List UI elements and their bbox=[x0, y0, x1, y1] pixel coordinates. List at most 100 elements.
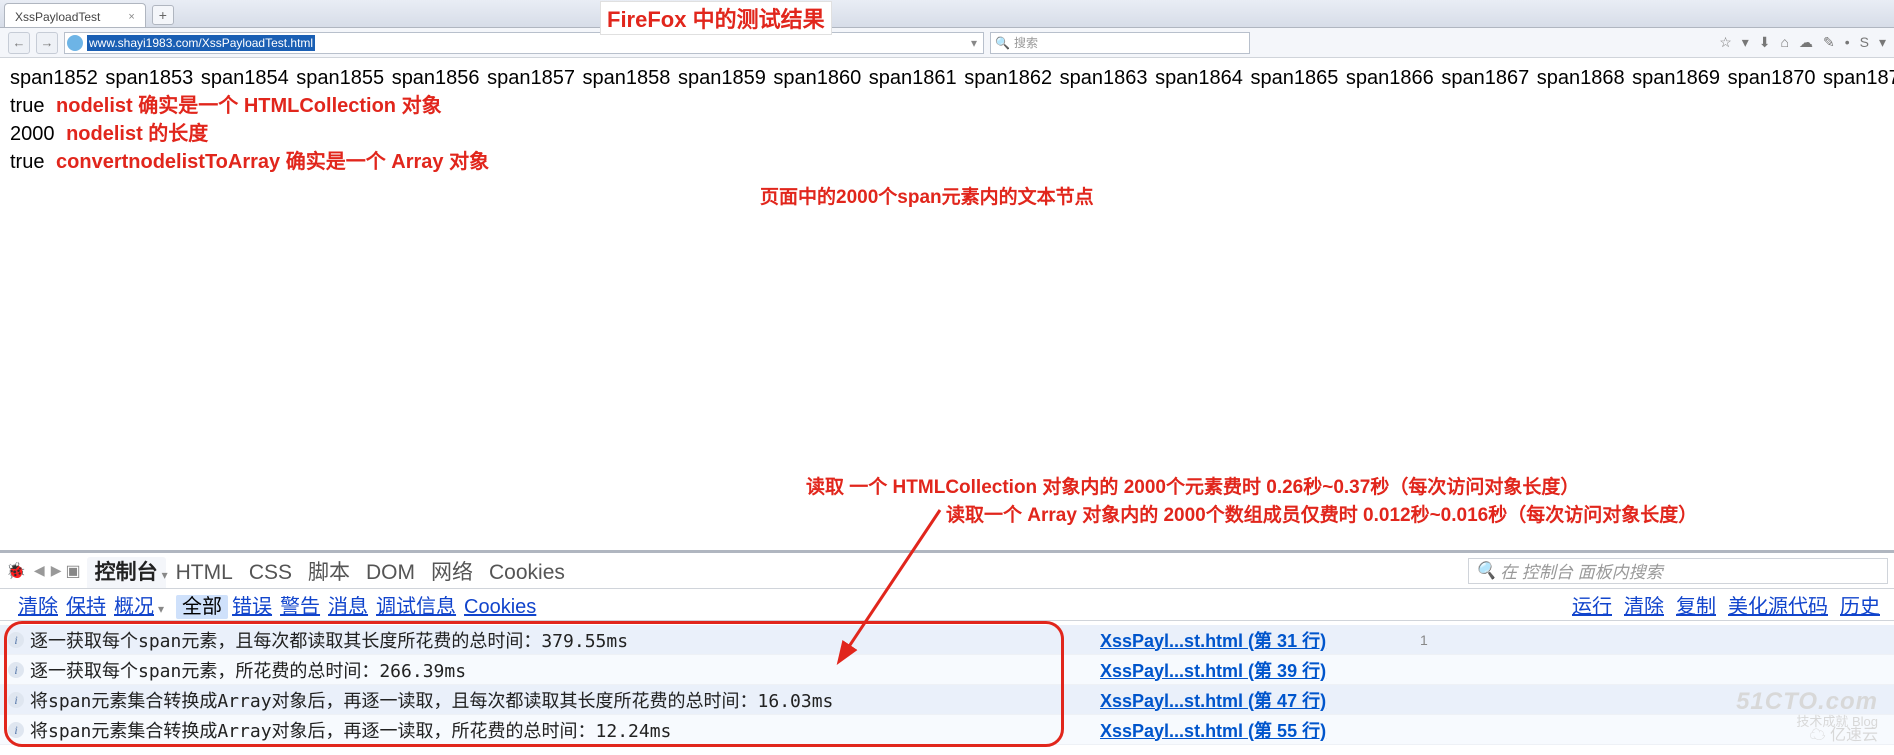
console-filter[interactable]: Cookies bbox=[460, 596, 540, 618]
devtools-tab[interactable]: 脚本 bbox=[300, 557, 358, 588]
toolbar-icon-7[interactable]: S bbox=[1860, 34, 1869, 51]
devtools-detach-icon[interactable]: ▣ bbox=[65, 561, 80, 581]
search-icon: 🔍 bbox=[1475, 561, 1496, 581]
devtools-next-icon[interactable]: ▶ bbox=[49, 562, 64, 579]
span-text: span1863 bbox=[1060, 67, 1155, 89]
page-viewport: span1852 span1853 span1854 span1855 span… bbox=[0, 58, 1894, 430]
watermark-line: ☁ 亿速云 bbox=[1736, 728, 1878, 745]
info-icon: i bbox=[8, 692, 24, 708]
url-input[interactable]: www.shayi1983.com/XssPayloadTest.html ▾ bbox=[64, 32, 984, 54]
result-value: true bbox=[10, 95, 44, 117]
back-button[interactable]: ← bbox=[8, 32, 30, 54]
site-identity-icon[interactable] bbox=[67, 35, 83, 51]
toolbar-icon-3[interactable]: ⌂ bbox=[1781, 34, 1789, 51]
annotation-array-timing: 读取一个 Array 对象内的 2000个数组成员仅费时 0.012秒~0.01… bbox=[940, 500, 1703, 527]
span-text: span1865 bbox=[1250, 67, 1345, 89]
console-log-row[interactable]: i逐一获取每个span元素，且每次都读取其长度所花费的总时间：379.55msX… bbox=[0, 625, 1894, 655]
span-text: span1854 bbox=[201, 67, 296, 89]
search-icon: 🔍 bbox=[995, 36, 1010, 50]
result-value: 2000 bbox=[10, 123, 55, 145]
span-text: span1858 bbox=[583, 67, 678, 89]
log-source-link[interactable]: XssPayl...st.html (第 55 行) bbox=[1100, 717, 1326, 743]
url-dropdown-icon[interactable]: ▾ bbox=[967, 36, 981, 50]
address-bar: ← → www.shayi1983.com/XssPayloadTest.htm… bbox=[0, 28, 1894, 58]
log-message: 将span元素集合转换成Array对象后，再逐一读取，所花费的总时间：12.24… bbox=[30, 717, 671, 743]
console-filter[interactable]: 警告 bbox=[276, 596, 324, 618]
firebug-icon[interactable]: 🐞 bbox=[6, 561, 26, 581]
annotation-title: FireFox 中的测试结果 bbox=[600, 1, 832, 35]
devtools-search-input[interactable]: 🔍 在 控制台 面板内搜索 bbox=[1468, 558, 1888, 584]
console-log-row[interactable]: i将span元素集合转换成Array对象后，再逐一读取，所花费的总时间：12.2… bbox=[0, 715, 1894, 745]
span-text: span1856 bbox=[392, 67, 487, 89]
span-text: span1859 bbox=[678, 67, 773, 89]
devtools-tab[interactable]: Cookies bbox=[481, 557, 573, 588]
console-filter[interactable]: 保持 bbox=[62, 596, 110, 618]
tab-title: XssPayloadTest bbox=[15, 10, 100, 24]
toolbar-icon-4[interactable]: ☁ bbox=[1799, 34, 1813, 51]
browser-search-input[interactable]: 🔍 搜索 bbox=[990, 32, 1250, 54]
console-action[interactable]: 复制 bbox=[1676, 590, 1716, 619]
console-filter[interactable]: 清除 bbox=[14, 596, 62, 618]
devtools-prev-icon[interactable]: ◀ bbox=[32, 562, 47, 579]
url-text: www.shayi1983.com/XssPayloadTest.html bbox=[87, 35, 315, 51]
span-text: span1852 bbox=[10, 67, 105, 89]
watermark: 51CTO.com 技术成就 Blog ☁ 亿速云 bbox=[1736, 689, 1878, 745]
console-filter[interactable]: 消息 bbox=[324, 596, 372, 618]
search-placeholder: 搜索 bbox=[1014, 34, 1038, 51]
devtools-filter-bar: 清除保持概况▾ 全部错误警告消息调试信息Cookies 运行清除复制美化源代码历… bbox=[0, 589, 1894, 621]
toolbar-icon-5[interactable]: ✎ bbox=[1823, 34, 1835, 51]
log-message: 逐一获取每个span元素，且每次都读取其长度所花费的总时间：379.55ms bbox=[30, 627, 628, 653]
console-filter[interactable]: 全部 bbox=[176, 595, 228, 619]
devtools-tab[interactable]: 控制台 bbox=[87, 557, 166, 588]
devtools-panel: 🐞 ◀ ▶ ▣ 控制台▾HTMLCSS脚本DOM网络Cookies 🔍 在 控制… bbox=[0, 550, 1894, 755]
span-text: span1862 bbox=[964, 67, 1059, 89]
log-source-link[interactable]: XssPayl...st.html (第 47 行) bbox=[1100, 687, 1326, 713]
devtools-tab[interactable]: HTML bbox=[168, 557, 241, 588]
result-line-3: true convertnodelistToArray 确实是一个 Array … bbox=[10, 148, 1884, 176]
log-message: 逐一获取每个span元素，所花费的总时间：266.39ms bbox=[30, 657, 466, 683]
result-annotation: nodelist 的长度 bbox=[66, 123, 208, 145]
forward-button[interactable]: → bbox=[36, 32, 58, 54]
span-text: span1860 bbox=[773, 67, 868, 89]
browser-tab[interactable]: XssPayloadTest × bbox=[4, 3, 146, 27]
toolbar-icon-1[interactable]: ▾ bbox=[1742, 34, 1749, 51]
console-log-row[interactable]: i逐一获取每个span元素，所花费的总时间：266.39msXssPayl...… bbox=[0, 655, 1894, 685]
console-action[interactable]: 清除 bbox=[1624, 590, 1664, 619]
console-filter[interactable]: 概况 bbox=[110, 596, 158, 618]
span-text: span1870 bbox=[1728, 67, 1823, 89]
devtools-tab[interactable]: DOM bbox=[358, 557, 423, 588]
span-text: span1864 bbox=[1155, 67, 1250, 89]
new-tab-button[interactable]: + bbox=[152, 5, 174, 25]
filter-dropdown-icon[interactable]: ▾ bbox=[158, 602, 164, 616]
toolbar-icon-6[interactable]: • bbox=[1845, 34, 1850, 51]
tab-bar: XssPayloadTest × + bbox=[0, 0, 1894, 28]
console-log-row[interactable]: i 将span元素集合转换成Array对象后，再逐一读取，且每次都读取其长度所花费… bbox=[0, 685, 1894, 715]
console-body: i 逐一获取每个span元素，且每次都读取其长度所花费的总时间：379.55ms X… bbox=[0, 621, 1894, 755]
devtools-tab[interactable]: 网络 bbox=[423, 557, 481, 588]
devtools-tab[interactable]: CSS bbox=[241, 557, 300, 588]
result-line-2: 2000 nodelist 的长度 bbox=[10, 120, 1884, 148]
console-action[interactable]: 历史 bbox=[1840, 590, 1880, 619]
devtools-tab-dropdown-icon[interactable]: ▾ bbox=[162, 568, 168, 582]
log-count: 1 bbox=[1420, 632, 1428, 648]
result-annotation: convertnodelistToArray 确实是一个 Array 对象 bbox=[56, 151, 489, 173]
span-text: span1855 bbox=[296, 67, 391, 89]
toolbar-icon-8[interactable]: ▾ bbox=[1879, 34, 1886, 51]
devtools-tabs: 🐞 ◀ ▶ ▣ 控制台▾HTMLCSS脚本DOM网络Cookies 🔍 在 控制… bbox=[0, 553, 1894, 589]
console-action[interactable]: 运行 bbox=[1572, 590, 1612, 619]
span-text: span1867 bbox=[1441, 67, 1536, 89]
span-text: span1853 bbox=[105, 67, 200, 89]
close-tab-icon[interactable]: × bbox=[128, 11, 134, 23]
span-text: span1866 bbox=[1346, 67, 1441, 89]
toolbar-icon-2[interactable]: ⬇ bbox=[1759, 34, 1771, 51]
result-annotation: nodelist 确实是一个 HTMLCollection 对象 bbox=[56, 95, 442, 117]
log-message: 将span元素集合转换成Array对象后，再逐一读取，且每次都读取其长度所花费的… bbox=[30, 687, 833, 713]
span-text: span1871 bbox=[1823, 67, 1894, 89]
span-text: span1868 bbox=[1537, 67, 1632, 89]
toolbar-icon-0[interactable]: ☆ bbox=[1719, 34, 1732, 51]
log-source-link[interactable]: XssPayl...st.html (第 31 行) bbox=[1100, 627, 1326, 653]
console-filter[interactable]: 错误 bbox=[228, 596, 276, 618]
log-source-link[interactable]: XssPayl...st.html (第 39 行) bbox=[1100, 657, 1326, 683]
console-action[interactable]: 美化源代码 bbox=[1728, 590, 1828, 619]
console-filter[interactable]: 调试信息 bbox=[372, 596, 460, 618]
